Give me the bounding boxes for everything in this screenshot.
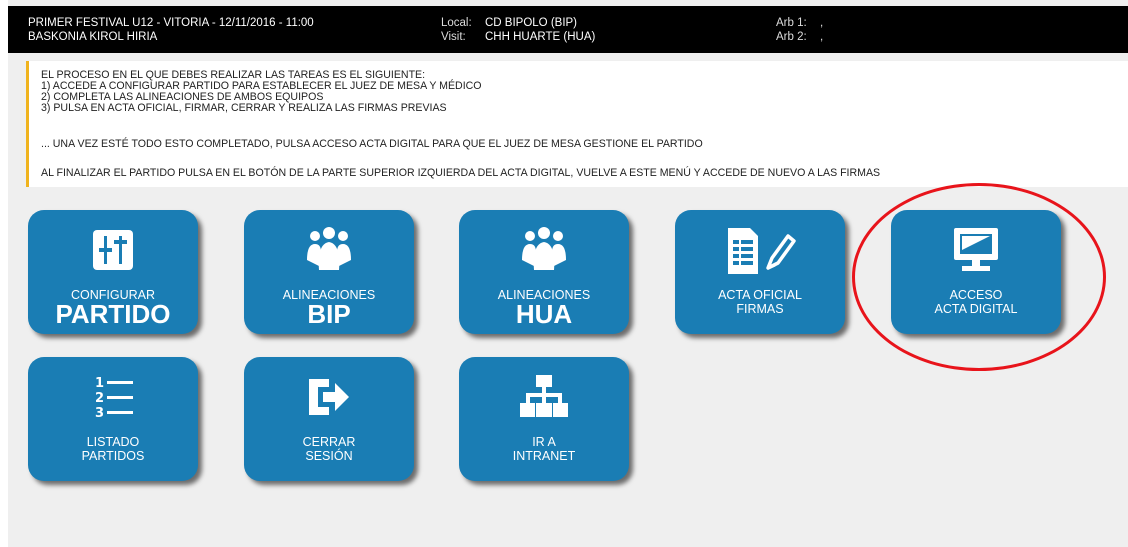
- team-group-icon: [459, 226, 629, 274]
- local-team: CD BIPOLO (BIP): [485, 17, 578, 29]
- ir-a-intranet-button[interactable]: IR A INTRANET: [459, 357, 629, 481]
- logout-icon: [244, 373, 414, 421]
- tile-label: FIRMAS: [736, 302, 784, 316]
- tile-label: ACTA DIGITAL: [934, 302, 1018, 316]
- sitemap-icon: [459, 373, 629, 421]
- settings-sliders-icon: [28, 226, 198, 274]
- document-pencil-icon: [675, 226, 845, 274]
- tile-label-big: BIP: [307, 299, 351, 329]
- tile-label: IR A: [532, 435, 556, 449]
- instructions-panel: EL PROCESO EN EL QUE DEBES REALIZAR LAS …: [26, 61, 1128, 187]
- tile-label-group: IR A INTRANET: [459, 435, 629, 463]
- svg-text:1: 1: [95, 376, 104, 391]
- tile-label: ACTA OFICIAL: [718, 288, 802, 302]
- referee1-value: ,: [820, 17, 824, 29]
- instruction-finish: AL FINALIZAR EL PARTIDO PULSA EN EL BOTÓ…: [41, 167, 881, 179]
- acta-oficial-firmas-button[interactable]: ACTA OFICIAL FIRMAS: [675, 210, 845, 334]
- monitor-icon: [891, 226, 1061, 274]
- page: PRIMER FESTIVAL U12 - VITORIA - 12/11/20…: [8, 0, 1128, 547]
- tile-label-group: ACTA OFICIAL FIRMAS: [675, 288, 845, 316]
- tile-label: SESIÓN: [305, 449, 353, 463]
- instruction-completed: ... UNA VEZ ESTÉ TODO ESTO COMPLETADO, P…: [41, 138, 703, 150]
- visit-team: CHH HUARTE (HUA): [485, 31, 596, 43]
- referee1-label: Arb 1:: [776, 17, 807, 29]
- acceso-acta-digital-button[interactable]: ACCESO ACTA DIGITAL: [891, 210, 1061, 334]
- tile-label: PARTIDOS: [81, 449, 145, 463]
- listado-partidos-button[interactable]: 1 2 3 LISTADO PARTIDOS: [28, 357, 198, 481]
- local-label: Local:: [441, 17, 472, 29]
- numbered-list-icon: 1 2 3: [28, 373, 198, 421]
- tile-label: INTRANET: [512, 449, 576, 463]
- tile-label-group: CERRAR SESIÓN: [244, 435, 414, 463]
- venue-name: BASKONIA KIROL HIRIA: [28, 31, 158, 43]
- alineaciones-hua-button[interactable]: ALINEACIONES HUA: [459, 210, 629, 334]
- visit-label: Visit:: [441, 31, 466, 43]
- team-group-icon: [244, 226, 414, 274]
- tile-label: CERRAR: [302, 435, 356, 449]
- tile-label-big: HUA: [515, 299, 573, 329]
- svg-text:2: 2: [95, 391, 104, 406]
- tile-label: LISTADO: [86, 435, 140, 449]
- instruction-line: 3) PULSA EN ACTA OFICIAL, FIRMAR, CERRAR…: [41, 102, 447, 114]
- svg-text:3: 3: [95, 406, 104, 421]
- referee2-value: ,: [820, 31, 824, 43]
- alineaciones-bip-button[interactable]: ALINEACIONES BIP: [244, 210, 414, 334]
- event-title: PRIMER FESTIVAL U12 - VITORIA - 12/11/20…: [28, 17, 314, 29]
- tile-label-group: ACCESO ACTA DIGITAL: [891, 288, 1061, 316]
- tile-label-big: PARTIDO: [55, 299, 171, 329]
- tile-label-group: LISTADO PARTIDOS: [28, 435, 198, 463]
- cerrar-sesion-button[interactable]: CERRAR SESIÓN: [244, 357, 414, 481]
- match-header: PRIMER FESTIVAL U12 - VITORIA - 12/11/20…: [8, 6, 1128, 53]
- referee2-label: Arb 2:: [776, 31, 807, 43]
- configurar-partido-button[interactable]: CONFIGURAR PARTIDO: [28, 210, 198, 334]
- tile-label: ACCESO: [949, 288, 1003, 302]
